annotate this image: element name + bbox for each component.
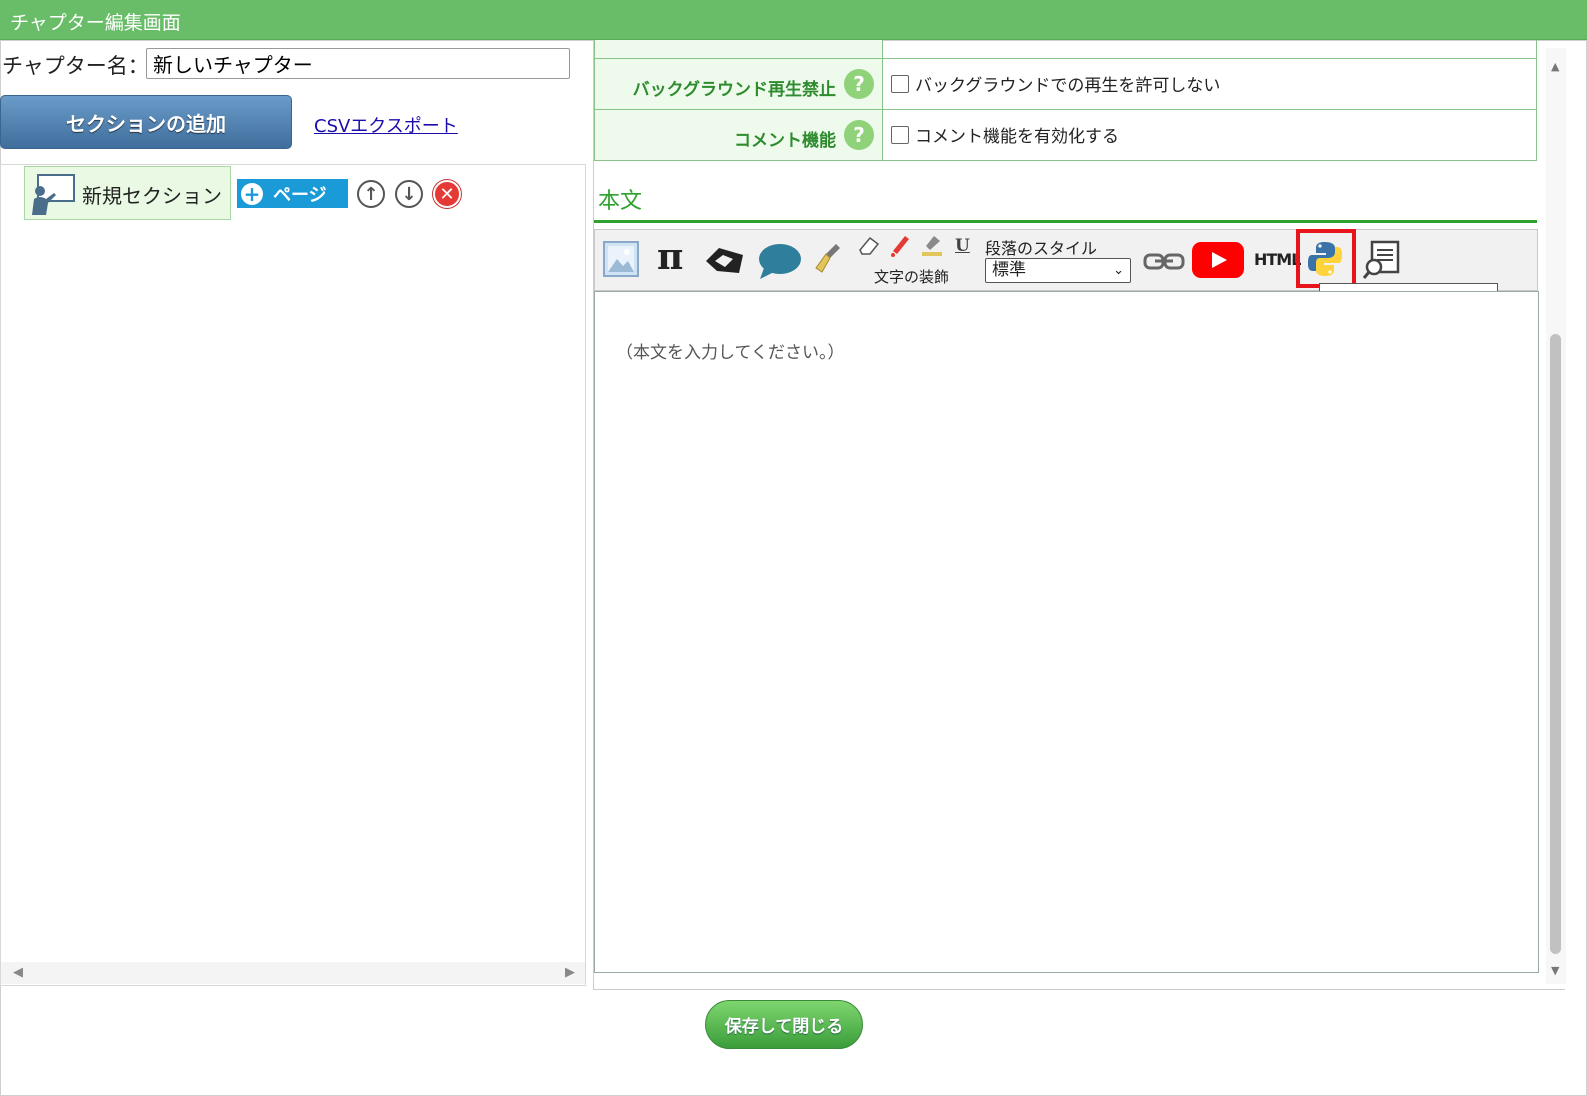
property-row-partial	[594, 40, 1537, 59]
csv-export-link[interactable]: CSVエクスポート	[314, 112, 458, 138]
scrollbar-thumb[interactable]	[1550, 334, 1561, 954]
save-and-close-button[interactable]: 保存して閉じる	[705, 1000, 863, 1049]
body-editor[interactable]	[594, 291, 1539, 973]
property-key-label: コメント機能	[734, 131, 836, 151]
insert-shape-icon[interactable]	[703, 243, 747, 277]
chapter-name-label: チャプター名：	[2, 54, 149, 78]
link-icon[interactable]	[1143, 250, 1185, 274]
move-up-button[interactable]: ↑	[357, 180, 385, 208]
tree-horizontal-scrollbar[interactable]: ◀ ▶	[1, 962, 585, 984]
section-tree	[0, 164, 586, 986]
add-page-label: ページ	[273, 184, 327, 206]
background-play-checkbox[interactable]	[891, 74, 909, 93]
youtube-icon[interactable]	[1192, 242, 1244, 278]
insert-image-icon[interactable]	[603, 241, 639, 277]
chevron-down-icon: ⌄	[1113, 263, 1124, 278]
add-page-button[interactable]: + ページ	[237, 179, 348, 208]
comments-option-label: コメント機能を有効化する	[915, 127, 1119, 147]
property-key-cell	[595, 40, 883, 58]
underline-icon[interactable]: U	[955, 236, 970, 256]
delete-section-button[interactable]: ✕	[433, 180, 461, 208]
python-gimmick-highlight	[1296, 229, 1356, 288]
paragraph-style-value: 標準	[992, 260, 1026, 280]
help-icon[interactable]: ?	[844, 120, 874, 150]
scroll-right-arrow-icon[interactable]: ▶	[565, 965, 575, 980]
add-section-button[interactable]: セクションの追加	[0, 95, 292, 149]
background-play-option-label: バックグラウンドでの再生を許可しない	[915, 76, 1221, 96]
help-icon[interactable]: ?	[844, 69, 874, 99]
html-insert-button[interactable]: HTML	[1254, 250, 1301, 269]
scroll-up-arrow-icon[interactable]: ▲	[1551, 60, 1559, 73]
arrow-down-icon: ↓	[401, 183, 417, 205]
arrow-up-icon: ↑	[363, 183, 379, 205]
highlighter-icon[interactable]	[920, 234, 944, 258]
background-play-option[interactable]: バックグラウンドでの再生を許可しない	[891, 71, 1220, 96]
document-search-icon[interactable]	[1362, 240, 1402, 280]
editor-vertical-scrollbar[interactable]: ▲ ▼	[1546, 48, 1566, 984]
body-heading: 本文	[598, 189, 643, 214]
lecture-icon	[32, 174, 75, 215]
move-down-button[interactable]: ↓	[395, 180, 423, 208]
eraser-icon[interactable]	[858, 234, 880, 256]
broom-clean-icon[interactable]	[814, 242, 844, 274]
property-row-comments: コメント機能 ? コメント機能を有効化する	[594, 109, 1537, 161]
window-title: チャプター編集画面	[10, 12, 181, 34]
paragraph-style-select[interactable]: 標準 ⌄	[985, 258, 1131, 283]
property-row-background-play: バックグラウンド再生禁止 ? バックグラウンドでの再生を許可しない	[594, 58, 1537, 110]
comments-option[interactable]: コメント機能を有効化する	[891, 122, 1119, 147]
body-placeholder: （本文を入力してください。）	[616, 343, 845, 363]
section-label: 新規セクション	[82, 184, 222, 208]
text-decoration-label: 文字の装飾	[874, 268, 950, 286]
property-key-label: バックグラウンド再生禁止	[632, 80, 836, 100]
comments-checkbox[interactable]	[891, 125, 909, 144]
scroll-left-arrow-icon[interactable]: ◀	[13, 965, 23, 980]
red-pen-icon[interactable]	[889, 234, 911, 258]
property-key-cell: バックグラウンド再生禁止 ?	[595, 59, 883, 109]
window-titlebar: チャプター編集画面	[0, 0, 1587, 40]
property-key-cell: コメント機能 ?	[595, 110, 883, 160]
chapter-name-input[interactable]	[146, 48, 570, 79]
close-icon: ✕	[439, 183, 455, 205]
speech-bubble-icon[interactable]	[758, 242, 802, 280]
scroll-down-arrow-icon[interactable]: ▼	[1551, 964, 1559, 977]
plus-icon: +	[241, 182, 263, 205]
body-heading-underline	[594, 220, 1537, 223]
insert-formula-pi-icon[interactable]: π	[657, 236, 683, 278]
paragraph-style-label: 段落のスタイル	[985, 239, 1098, 258]
